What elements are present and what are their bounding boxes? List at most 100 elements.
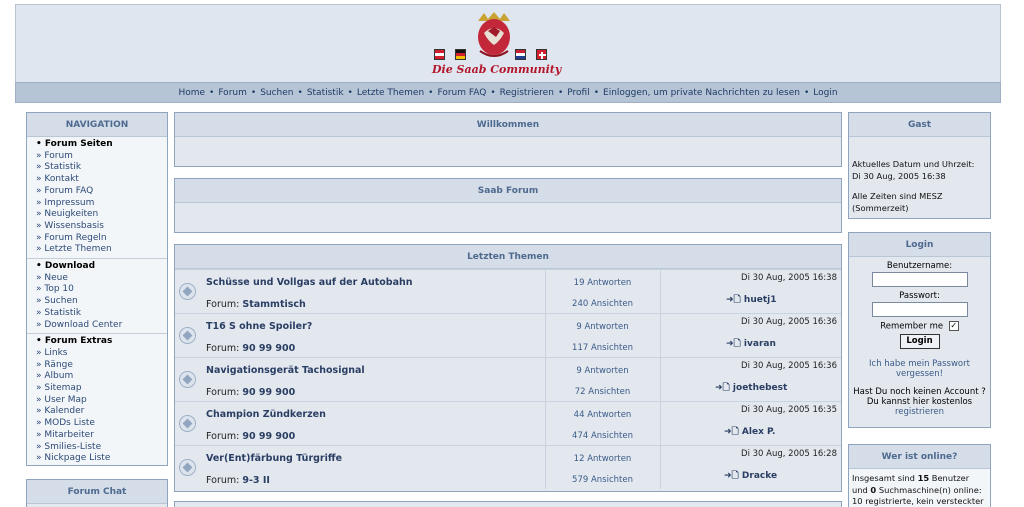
topic-forum: Forum: 90 99 900 (206, 343, 296, 354)
navigation-list: • Forum Seiten » Forum » Statistik » Kon… (27, 137, 167, 465)
guest-title: Gast (849, 113, 990, 137)
flag-switzerland-icon[interactable] (536, 49, 547, 60)
topic-bullet-icon (179, 459, 196, 476)
topic-answers: 12 Antworten (573, 454, 632, 464)
nav-section-forum-extras[interactable]: • Forum Extras (36, 336, 167, 348)
nav-section-forum-seiten[interactable]: • Forum Seiten (36, 139, 167, 151)
site-logo[interactable]: Die Saab Community (414, 11, 574, 81)
topic-forum: Forum: 90 99 900 (206, 431, 296, 442)
flag-austria-icon[interactable] (434, 49, 445, 60)
nav-link-private-messages[interactable]: Einloggen, um private Nachrichten zu les… (603, 88, 800, 98)
topic-last-poster[interactable]: ➜🗋 Alex P. (724, 424, 775, 440)
nav-item-suchen[interactable]: » Suchen (36, 296, 167, 308)
latest-topics-title: Letzten Themen (175, 245, 841, 269)
topic-last-poster[interactable]: ➜🗋 joethebest (715, 380, 787, 396)
topic-last-poster[interactable]: ➜🗋 Dracke (724, 468, 777, 484)
nav-link-statistik[interactable]: Statistik (307, 88, 344, 98)
nav-separator: • (593, 88, 600, 98)
flag-germany-icon[interactable] (455, 49, 466, 60)
forum-chat-title[interactable]: Forum Chat (27, 480, 167, 504)
nav-separator: • (347, 88, 353, 98)
register-link[interactable]: registrieren (849, 407, 990, 417)
nav-link-profil[interactable]: Profil (567, 88, 589, 98)
topic-last-poster[interactable]: ➜🗋 ivaran (726, 336, 776, 352)
no-account-line-1: Hast Du noch keinen Account ? (853, 386, 986, 397)
saab-forum-title[interactable]: Saab Forum (175, 179, 841, 203)
saab-forum-block: Saab Forum (174, 178, 842, 233)
nav-item-forum-regeln[interactable]: » Forum Regeln (36, 233, 167, 245)
nav-item-links[interactable]: » Links (36, 348, 167, 360)
topic-forum-link[interactable]: 90 99 900 (242, 387, 295, 398)
topic-bullet-icon (179, 415, 196, 432)
online-line-1: Insgesamt sind 15 Benutzer (852, 473, 970, 483)
nav-item-neue[interactable]: » Neue (36, 273, 167, 285)
navigation-block: NAVIGATION • Forum Seiten » Forum » Stat… (26, 112, 168, 466)
nav-item-download-center[interactable]: » Download Center (36, 320, 167, 332)
nav-item-letzte-themen[interactable]: » Letzte Themen (36, 244, 167, 256)
topic-last-poster[interactable]: ➜🗋 huetj1 (726, 292, 777, 308)
topic-answers: 44 Antworten (573, 410, 632, 420)
password-input[interactable] (872, 302, 968, 317)
topic-title-link[interactable]: Ver(Ent)färbung Türgriffe (206, 453, 342, 464)
nav-item-top-10[interactable]: » Top 10 (36, 284, 167, 296)
nav-link-login[interactable]: Login (813, 88, 837, 98)
nav-divider (27, 258, 167, 260)
password-label: Passwort: (899, 291, 940, 301)
nav-item-wissensbasis[interactable]: » Wissensbasis (36, 221, 167, 233)
nav-item-sitemap[interactable]: » Sitemap (36, 383, 167, 395)
topic-answers: 9 Antworten (576, 366, 629, 376)
current-date-value: Di 30 Aug, 2005 16:38 (852, 170, 946, 181)
latest-topics-block: Letzten Themen Schüsse und Vollgas auf d… (174, 244, 842, 492)
topic-title-link[interactable]: Navigationsgerät Tachosignal (206, 365, 365, 376)
login-button[interactable]: Login (899, 333, 940, 349)
nav-item-forum-faq[interactable]: » Forum FAQ (36, 186, 167, 198)
forgot-password-link[interactable]: Ich habe mein Passwort vergessen! (849, 359, 990, 379)
nav-item-impressum[interactable]: » Impressum (36, 198, 167, 210)
username-label: Benutzername: (886, 261, 953, 271)
nav-section-download[interactable]: • Download (36, 261, 167, 273)
next-block (174, 501, 842, 507)
topic-row: Champion Zündkerzen Forum: 90 99 900 44 … (175, 401, 841, 445)
nav-item-mitarbeiter[interactable]: » Mitarbeiter (36, 430, 167, 442)
who-is-online-title[interactable]: Wer ist online? (849, 445, 990, 469)
username-input[interactable] (872, 272, 968, 287)
topic-answers: 9 Antworten (576, 322, 629, 332)
nav-item-smilies-liste[interactable]: » Smilies-Liste (36, 442, 167, 454)
guest-info: Aktuelles Datum und Uhrzeit: Di 30 Aug, … (849, 137, 990, 218)
nav-link-letzte-themen[interactable]: Letzte Themen (357, 88, 424, 98)
topic-forum-link[interactable]: 9-3 II (242, 475, 270, 486)
nav-item-kontakt[interactable]: » Kontakt (36, 174, 167, 186)
nav-separator: • (209, 88, 215, 98)
topic-forum-link[interactable]: 90 99 900 (242, 431, 295, 442)
who-is-online-block: Wer ist online? Insgesamt sind 15 Benutz… (848, 444, 991, 507)
nav-item-kalender[interactable]: » Kalender (36, 406, 167, 418)
nav-item-nickpage-liste[interactable]: » Nickpage Liste (36, 453, 167, 465)
nav-link-forum-faq[interactable]: Forum FAQ (437, 88, 486, 98)
nav-link-forum[interactable]: Forum (218, 88, 247, 98)
topic-row: Navigationsgerät Tachosignal Forum: 90 9… (175, 357, 841, 401)
topic-title-link[interactable]: Champion Zündkerzen (206, 409, 326, 420)
flag-netherlands-icon[interactable] (515, 49, 526, 60)
topic-forum-link[interactable]: Stammtisch (242, 299, 305, 310)
nav-item-mods-liste[interactable]: » MODs Liste (36, 418, 167, 430)
topic-title-link[interactable]: T16 S ohne Spoiler? (206, 321, 312, 332)
remember-me-checkbox[interactable]: ✓ (948, 321, 959, 331)
topic-forum-link[interactable]: 90 99 900 (242, 343, 295, 354)
nav-link-home[interactable]: Home (178, 88, 205, 98)
nav-item-statistik[interactable]: » Statistik (36, 162, 167, 174)
topic-forum: Forum: 90 99 900 (206, 387, 296, 398)
nav-link-suchen[interactable]: Suchen (260, 88, 293, 98)
topic-row: Ver(Ent)färbung Türgriffe Forum: 9-3 II … (175, 445, 841, 489)
nav-item-album[interactable]: » Album (36, 371, 167, 383)
timezone-line-1: Alle Zeiten sind MESZ (852, 191, 943, 201)
nav-link-registrieren[interactable]: Registrieren (500, 88, 554, 98)
login-title: Login (849, 233, 990, 257)
nav-item-forum[interactable]: » Forum (36, 151, 167, 163)
nav-item-download-statistik[interactable]: » Statistik (36, 308, 167, 320)
nav-item-user-map[interactable]: » User Map (36, 395, 167, 407)
top-navbar: Home • Forum • Suchen • Statistik • Letzte Theme… (15, 82, 1001, 103)
topic-title-link[interactable]: Schüsse und Vollgas auf der Autobahn (206, 277, 413, 288)
nav-item-raenge[interactable]: » Ränge (36, 360, 167, 372)
nav-item-neuigkeiten[interactable]: » Neuigkeiten (36, 209, 167, 221)
remember-me-label: Remember me (880, 321, 944, 332)
